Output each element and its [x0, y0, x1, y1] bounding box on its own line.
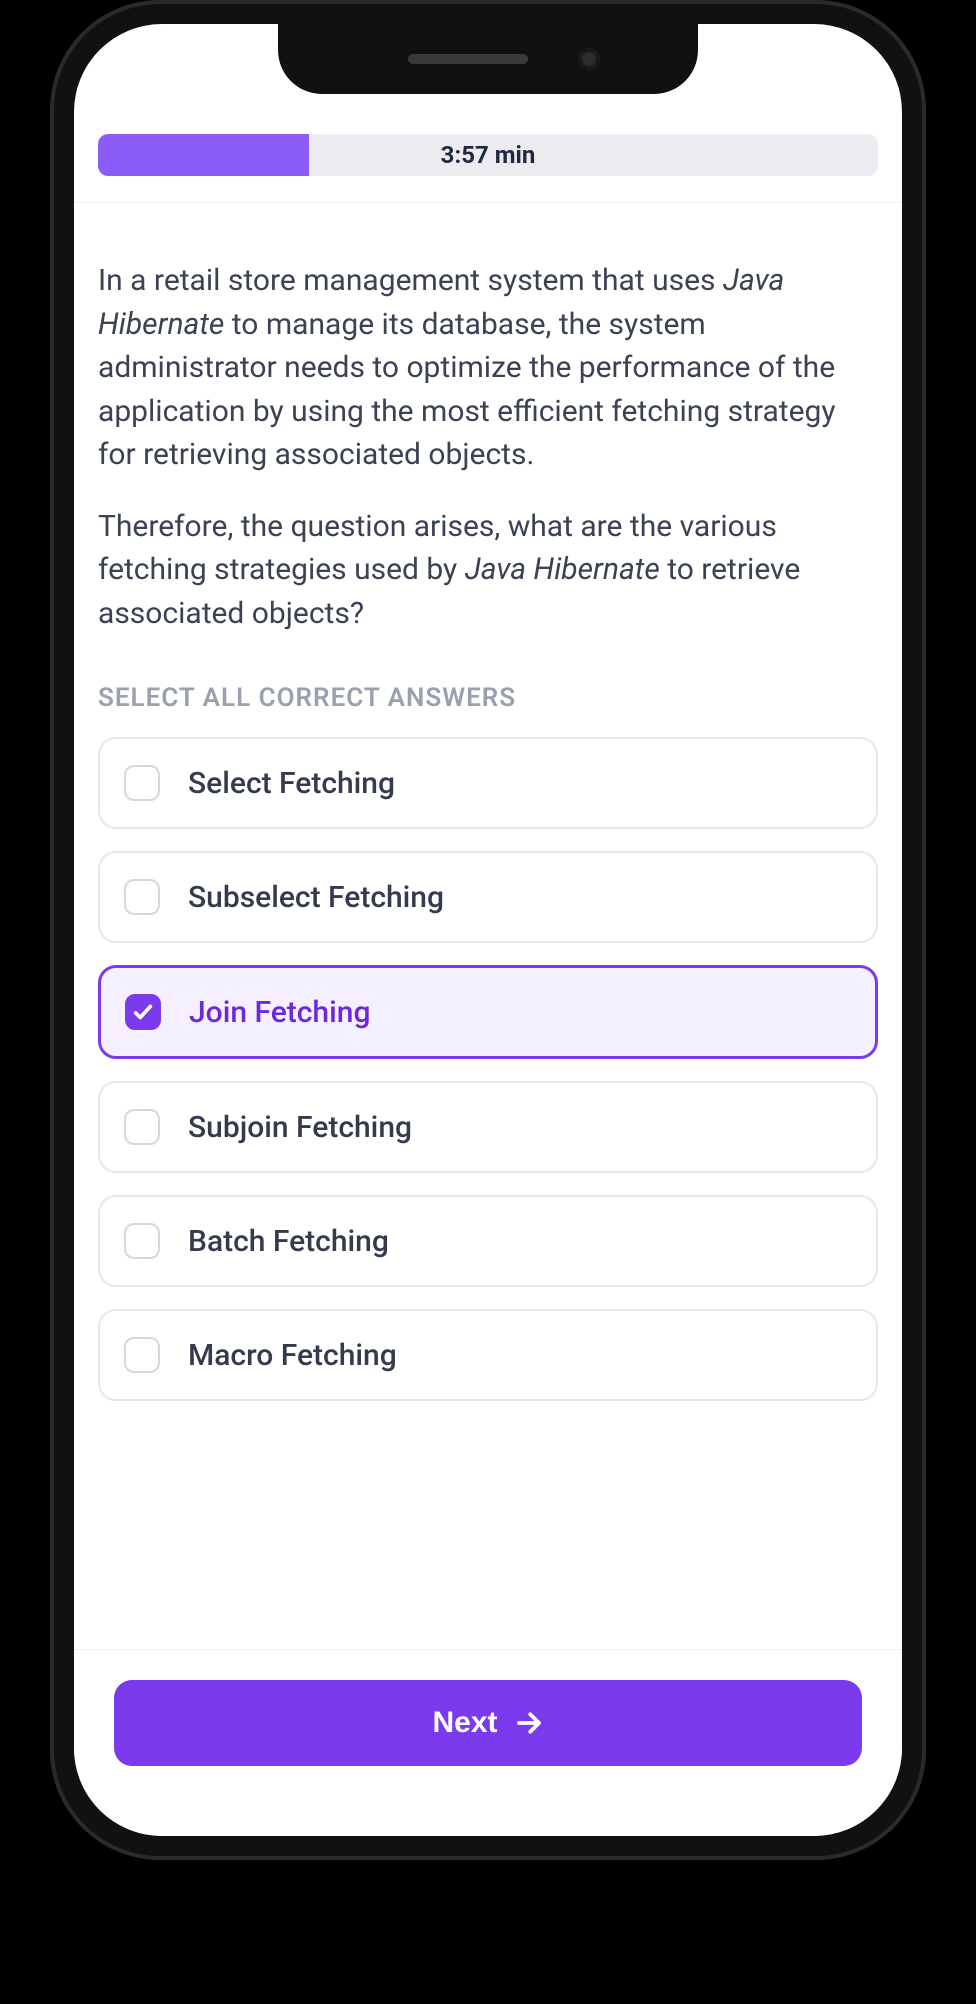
timer-label: 3:57 min [98, 134, 878, 176]
progress-section: 3:57 min [74, 134, 902, 203]
question-p2-em: Java Hibernate [465, 552, 660, 587]
answer-option[interactable]: Subselect Fetching [98, 851, 878, 943]
checkbox-icon [124, 879, 160, 915]
next-button-label: Next [432, 1706, 497, 1740]
phone-notch [278, 24, 698, 94]
answer-option[interactable]: Batch Fetching [98, 1195, 878, 1287]
answer-option[interactable]: Macro Fetching [98, 1309, 878, 1401]
answer-list: Select Fetching Subselect Fetching Join … [98, 737, 878, 1401]
checkbox-icon [124, 1337, 160, 1373]
phone-frame: 3:57 min In a retail store management sy… [50, 0, 926, 1860]
answer-label: Macro Fetching [188, 1338, 397, 1373]
answer-label: Select Fetching [188, 766, 395, 801]
question-text: In a retail store management system that… [98, 259, 878, 635]
arrow-right-icon [514, 1708, 544, 1738]
answer-label: Join Fetching [189, 995, 370, 1030]
answer-option[interactable]: Select Fetching [98, 737, 878, 829]
answer-label: Subselect Fetching [188, 880, 444, 915]
instruction-label: SELECT ALL CORRECT ANSWERS [98, 683, 878, 713]
progress-bar: 3:57 min [98, 134, 878, 176]
answer-label: Batch Fetching [188, 1224, 389, 1259]
answer-option[interactable]: Join Fetching [98, 965, 878, 1059]
checkbox-checked-icon [125, 994, 161, 1030]
phone-screen: 3:57 min In a retail store management sy… [74, 24, 902, 1836]
answer-option[interactable]: Subjoin Fetching [98, 1081, 878, 1173]
checkbox-icon [124, 1223, 160, 1259]
checkbox-icon [124, 765, 160, 801]
footer: Next [74, 1649, 902, 1836]
question-p1-a: In a retail store management system that… [98, 263, 723, 298]
checkbox-icon [124, 1109, 160, 1145]
next-button[interactable]: Next [114, 1680, 862, 1766]
answer-label: Subjoin Fetching [188, 1110, 412, 1145]
